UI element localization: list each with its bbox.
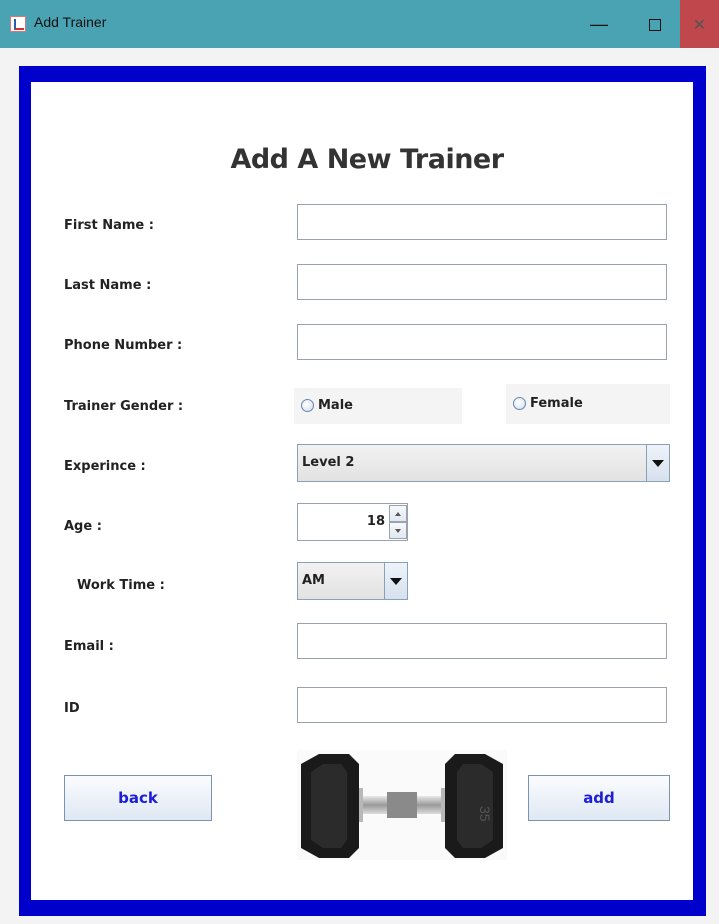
email-label: Email : bbox=[64, 639, 114, 654]
work-time-label: Work Time : bbox=[77, 578, 165, 593]
dumbbell-icon: 35 bbox=[301, 754, 503, 858]
first-name-field[interactable] bbox=[297, 204, 667, 240]
phone-number-label: Phone Number : bbox=[64, 338, 183, 353]
form-panel: Add A New Trainer First Name : Last Name… bbox=[31, 82, 693, 900]
chevron-down-icon[interactable] bbox=[646, 445, 669, 481]
age-value: 18 bbox=[366, 514, 385, 529]
work-time-dropdown[interactable]: AM bbox=[297, 562, 408, 600]
experience-dropdown[interactable]: Level 2 bbox=[297, 444, 670, 482]
first-name-label: First Name : bbox=[64, 218, 154, 233]
radio-female-icon bbox=[513, 397, 526, 410]
chevron-down-icon[interactable] bbox=[384, 563, 407, 599]
radio-female-label: Female bbox=[530, 396, 583, 411]
trainer-gender-label: Trainer Gender : bbox=[64, 399, 184, 414]
form-border-frame: Add A New Trainer First Name : Last Name… bbox=[19, 66, 706, 916]
id-field[interactable] bbox=[297, 687, 667, 723]
spinner-up-icon[interactable] bbox=[389, 505, 407, 522]
close-icon: ✕ bbox=[692, 17, 707, 34]
last-name-field[interactable] bbox=[297, 264, 667, 300]
id-label: ID bbox=[64, 701, 80, 716]
experience-selected-value: Level 2 bbox=[302, 455, 355, 470]
spinner-down-icon[interactable] bbox=[389, 522, 407, 539]
radio-male-label: Male bbox=[318, 398, 353, 413]
dumbbell-image: 35 bbox=[297, 750, 507, 860]
page-title: Add A New Trainer bbox=[230, 144, 504, 175]
java-app-icon bbox=[10, 16, 26, 32]
back-button[interactable]: back bbox=[64, 775, 212, 821]
close-button[interactable]: ✕ bbox=[680, 0, 719, 48]
phone-number-field[interactable] bbox=[297, 324, 667, 360]
window-title: Add Trainer bbox=[34, 14, 107, 30]
experience-label: Experince : bbox=[64, 459, 146, 474]
weight-label: 35 bbox=[477, 806, 493, 822]
maximize-icon bbox=[649, 19, 661, 31]
add-button[interactable]: add bbox=[528, 775, 670, 821]
gender-radio-female[interactable]: Female bbox=[506, 384, 670, 424]
age-label: Age : bbox=[64, 519, 102, 534]
last-name-label: Last Name : bbox=[64, 278, 152, 293]
email-field[interactable] bbox=[297, 623, 667, 659]
title-bar: Add Trainer — ✕ bbox=[0, 0, 719, 48]
work-time-selected-value: AM bbox=[302, 573, 325, 588]
minimize-button[interactable]: — bbox=[576, 0, 622, 48]
radio-male-icon bbox=[301, 399, 314, 412]
maximize-button[interactable] bbox=[632, 0, 678, 48]
age-spinner[interactable]: 18 bbox=[297, 503, 408, 541]
gender-radio-male[interactable]: Male bbox=[294, 388, 462, 424]
